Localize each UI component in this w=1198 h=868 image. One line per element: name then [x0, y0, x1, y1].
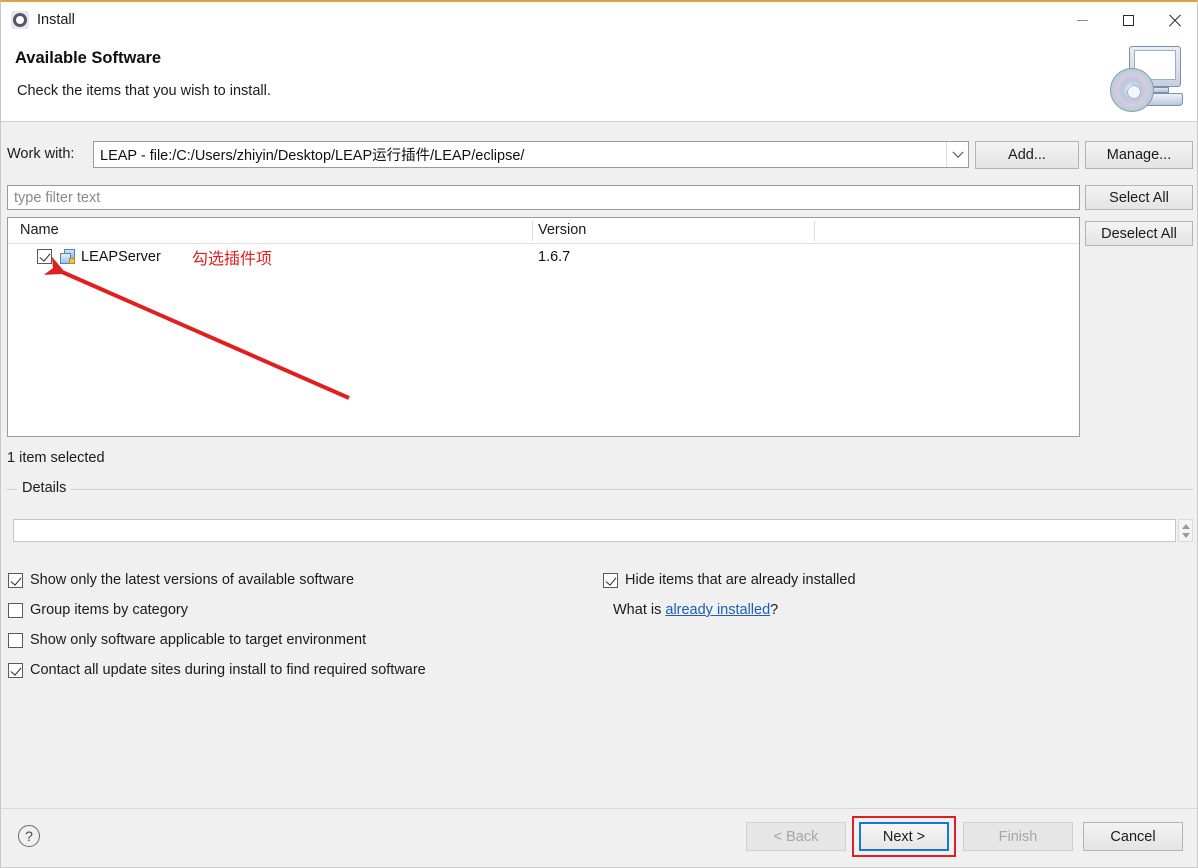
what-is-already-installed: What is already installed?	[613, 602, 778, 618]
option-hide-installed[interactable]: Hide items that are already installed	[603, 572, 856, 588]
checkbox[interactable]	[8, 632, 23, 648]
next-button[interactable]: Next >	[859, 822, 949, 851]
plugin-icon	[60, 249, 76, 265]
checkbox[interactable]	[603, 572, 618, 588]
maximize-icon	[1122, 14, 1134, 26]
filter-input[interactable]	[7, 185, 1080, 210]
details-group: Details	[7, 480, 1193, 545]
help-icon[interactable]: ?	[18, 825, 40, 847]
table-row[interactable]: LEAPServer 1.6.7	[8, 244, 1079, 270]
window-controls	[1059, 2, 1197, 38]
option-label: Show only the latest versions of availab…	[30, 572, 355, 588]
checkbox[interactable]	[8, 602, 23, 618]
dialog-header: Available Software Check the items that …	[1, 38, 1197, 122]
scroll-up-icon[interactable]	[1182, 524, 1190, 529]
work-with-combo[interactable]: LEAP - file:/C:/Users/zhiyin/Desktop/LEA…	[93, 141, 969, 168]
footer-divider	[1, 808, 1197, 809]
back-button: < Back	[746, 822, 846, 851]
what-is-prefix: What is	[613, 602, 666, 618]
close-icon	[1168, 14, 1181, 27]
finish-button: Finish	[963, 822, 1073, 851]
annotation-text: 勾选插件项	[192, 249, 273, 268]
scroll-down-icon[interactable]	[1182, 533, 1190, 538]
install-gear-icon	[11, 11, 29, 29]
chevron-down-icon[interactable]	[946, 142, 968, 167]
option-applicable-to-target[interactable]: Show only software applicable to target …	[8, 632, 366, 648]
row-version: 1.6.7	[538, 249, 571, 265]
column-header-version[interactable]: Version	[538, 222, 586, 238]
cd-and-monitor-icon	[1107, 42, 1191, 118]
already-installed-link[interactable]: already installed	[665, 602, 770, 618]
option-contact-update-sites[interactable]: Contact all update sites during install …	[8, 662, 426, 678]
row-name: LEAPServer	[81, 249, 161, 265]
details-scrollbar[interactable]	[1178, 519, 1193, 542]
option-label: Contact all update sites during install …	[30, 662, 426, 678]
option-label: Hide items that are already installed	[625, 572, 856, 588]
software-table: Name Version LEAPServer 1.6.7	[7, 217, 1080, 437]
page-title: Available Software	[15, 49, 162, 67]
work-with-value: LEAP - file:/C:/Users/zhiyin/Desktop/LEA…	[100, 148, 525, 164]
row-checkbox[interactable]	[37, 248, 52, 266]
checkbox[interactable]	[8, 572, 23, 588]
selection-status: 1 item selected	[7, 450, 105, 466]
close-button[interactable]	[1151, 2, 1197, 38]
window-title: Install	[37, 12, 75, 28]
cancel-button[interactable]: Cancel	[1083, 822, 1183, 851]
manage-button[interactable]: Manage...	[1085, 141, 1193, 169]
title-bar: Install	[1, 2, 1197, 38]
details-content	[13, 519, 1176, 542]
install-dialog: Install Available Software Check the ite…	[0, 0, 1198, 868]
details-label: Details	[17, 480, 72, 496]
work-with-label: Work with:	[7, 146, 75, 162]
option-label: Show only software applicable to target …	[30, 632, 367, 648]
column-header-name[interactable]: Name	[20, 222, 59, 238]
add-button[interactable]: Add...	[975, 141, 1079, 169]
option-label: Group items by category	[30, 602, 188, 618]
option-group-by-category[interactable]: Group items by category	[8, 602, 188, 618]
what-is-suffix: ?	[770, 602, 779, 618]
page-subtitle: Check the items that you wish to install…	[17, 83, 271, 99]
table-header: Name Version	[8, 218, 1079, 244]
minimize-icon	[1076, 19, 1088, 21]
option-show-latest-versions[interactable]: Show only the latest versions of availab…	[8, 572, 354, 588]
maximize-button[interactable]	[1105, 2, 1151, 38]
select-all-button[interactable]: Select All	[1085, 185, 1193, 210]
minimize-button[interactable]	[1059, 2, 1105, 38]
deselect-all-button[interactable]: Deselect All	[1085, 221, 1193, 246]
checkbox[interactable]	[8, 662, 23, 678]
